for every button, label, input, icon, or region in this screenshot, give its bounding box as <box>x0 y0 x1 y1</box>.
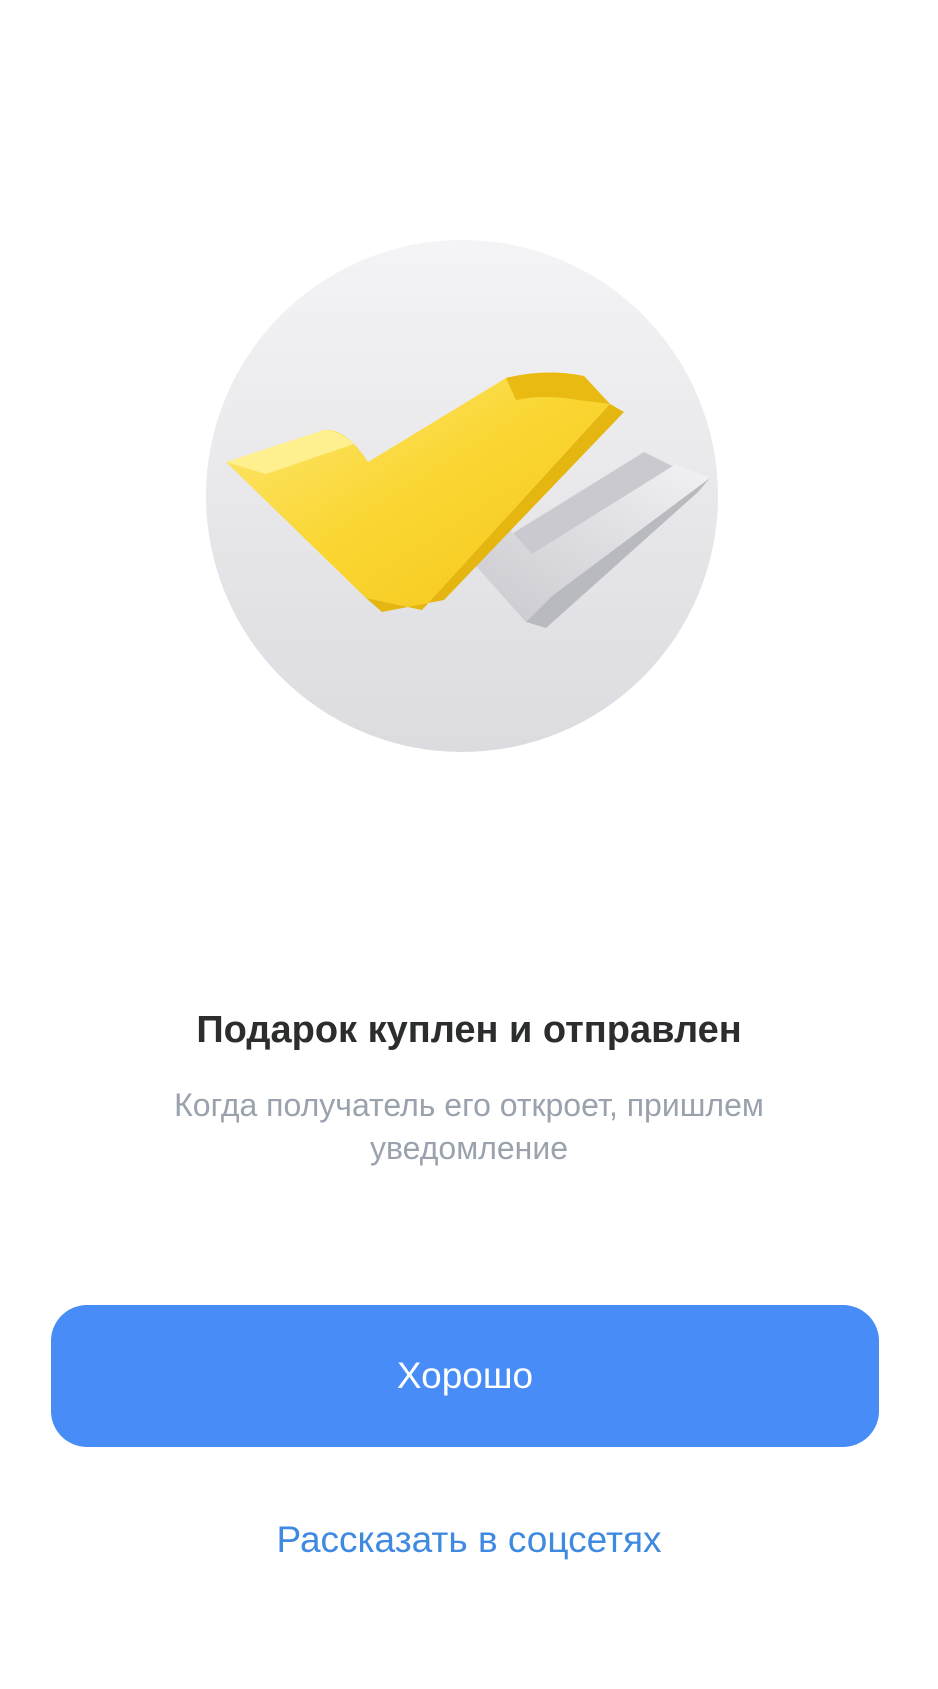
dialog-title: Подарок куплен и отправлен <box>196 1009 742 1051</box>
ok-button[interactable]: Хорошо <box>51 1305 879 1447</box>
double-checkmark-icon <box>206 240 718 752</box>
success-illustration <box>206 240 718 752</box>
gift-sent-screen: Подарок куплен и отправлен Когда получат… <box>0 0 938 1689</box>
dialog-subtitle: Когда получатель его откроет, пришлем ув… <box>174 1087 764 1166</box>
share-social-link[interactable]: Рассказать в соцсетях <box>0 1510 938 1570</box>
